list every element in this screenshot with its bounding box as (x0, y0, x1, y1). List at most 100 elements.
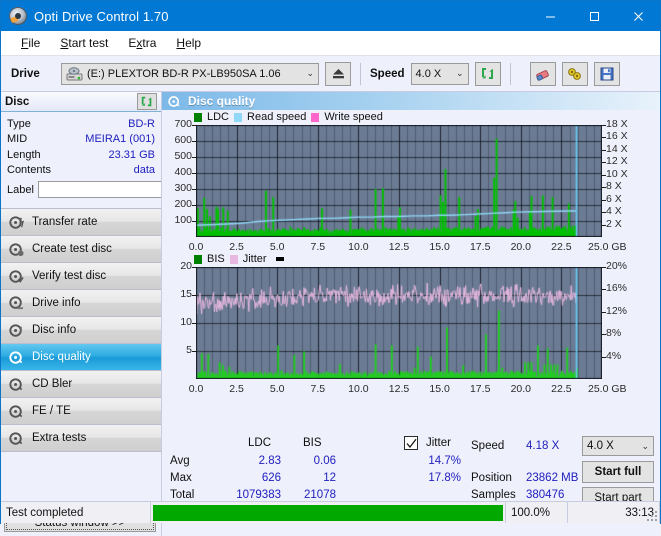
y2-tick-label: 8% (606, 327, 622, 340)
y2-tick-label: 18 X (606, 118, 628, 130)
y2-tick-label: 12 X (606, 155, 628, 168)
total-bis: 21078 (304, 489, 336, 501)
menu-help[interactable]: Help (166, 36, 211, 50)
sidebar-item-disc-info[interactable]: Disc info (1, 317, 161, 344)
disc-row-length: Length 23.31 GB (7, 147, 155, 163)
minimize-icon[interactable] (528, 1, 572, 31)
save-button[interactable] (593, 61, 620, 86)
erase-button[interactable] (529, 61, 556, 86)
y-tick (192, 221, 196, 222)
chart1-canvas (196, 125, 602, 237)
disc-refresh-button[interactable] (137, 93, 157, 110)
disc-row-value: data (133, 164, 155, 177)
speed-select[interactable]: 4.0 X ⌄ (410, 62, 469, 85)
speed-select-value: 4.0 X (415, 67, 442, 80)
y-tick-label: 5 (186, 344, 192, 356)
stats-row-avg: Avg (170, 455, 190, 467)
eject-button[interactable] (325, 61, 351, 86)
disc-transfer-icon (9, 215, 24, 229)
position-label: Position (471, 472, 512, 484)
y-tick-label: 20 (180, 260, 192, 272)
chart1-legend: LDC Read speed Write speed (162, 110, 660, 124)
y-tick (192, 205, 196, 206)
disc-row-value: MEIRA1 (001) (85, 133, 155, 146)
y-tick-label: 100 (174, 214, 192, 226)
disc-row-type: Type BD-R (7, 116, 155, 132)
tools-button[interactable] (561, 61, 588, 86)
menu-extra[interactable]: Extra (118, 36, 166, 50)
drive-label: Drive (11, 67, 40, 80)
y2-tick (602, 357, 606, 358)
test-speed-value: 4.0 X (587, 440, 614, 452)
x-tick-label: 25.0 GB (588, 383, 627, 395)
x-tick-label: 5.0 (269, 383, 285, 395)
resize-grip-icon[interactable] (647, 511, 657, 521)
sidebar-item-label: Disc quality (32, 351, 91, 363)
y2-tick (602, 200, 606, 201)
x-tick-label: 0.0 (188, 383, 204, 395)
sidebar-item-cd-bler[interactable]: CD Bler (1, 371, 161, 398)
y-tick (192, 173, 196, 174)
drive-select[interactable]: (E:) PLEXTOR BD-R PX-LB950SA 1.06 ⌄ (61, 62, 319, 85)
disc-label-key: Label (7, 183, 34, 196)
disc-row-key: MID (7, 133, 28, 146)
x-tick-label: 20.0 (510, 383, 532, 395)
y-tick-label: 400 (174, 166, 192, 178)
total-ldc: 1079383 (236, 489, 281, 501)
avg-jitter: 14.7% (428, 455, 461, 467)
y-tick (192, 323, 196, 324)
sidebar-item-verify-test-disc[interactable]: Verify test disc (1, 263, 161, 290)
sidebar-item-fe-te[interactable]: FE / TE (1, 398, 161, 425)
menu-start-test[interactable]: Start test (50, 36, 118, 50)
disc-info-icon (9, 323, 22, 337)
jitter-checkbox[interactable] (404, 436, 418, 450)
disc-label-row: Label (7, 180, 242, 199)
drive-icon (66, 66, 83, 80)
y2-tick-label: 12% (606, 304, 628, 317)
avg-ldc: 2.83 (258, 455, 281, 467)
progress-percent: 100.0% (506, 502, 568, 523)
test-speed-select[interactable]: 4.0 X ⌄ (582, 436, 654, 456)
samples-value: 380476 (526, 489, 565, 501)
y2-tick (602, 125, 606, 126)
page-title: Disc quality (188, 94, 256, 108)
app-icon (9, 7, 27, 25)
y2-tick (602, 175, 606, 176)
close-icon[interactable] (616, 1, 660, 31)
cd-bler-icon (9, 377, 23, 391)
toolbar-separator (360, 62, 361, 85)
status-message: Test completed (1, 502, 151, 523)
start-full-button[interactable]: Start full (582, 461, 654, 483)
legend-swatch-jitter (229, 254, 238, 264)
y2-tick (602, 225, 606, 226)
legend-swatch-write-speed (311, 112, 320, 122)
eject-icon (332, 69, 344, 79)
extra-tests-icon (9, 431, 23, 445)
y2-tick-label: 16% (606, 282, 628, 295)
avg-bis: 0.06 (313, 455, 336, 467)
legend-swatch-bis (194, 254, 202, 264)
save-icon (600, 67, 614, 80)
status-bar: Test completed 100.0% 33:13 (1, 501, 660, 523)
sidebar-item-create-test-disc[interactable]: Create test disc (1, 236, 161, 263)
x-tick-label: 22.5 (551, 383, 572, 395)
sidebar-item-label: Verify test disc (32, 270, 107, 282)
max-ldc: 626 (261, 472, 281, 484)
sidebar-item-disc-quality[interactable]: Disc quality (1, 344, 161, 371)
sidebar-item-drive-info[interactable]: Drive info (1, 290, 161, 317)
chart-bis-jitter: BIS Jitter 5 10 15 20 4% 8% 12% 16% 20% 0.0 2.5 5… (162, 252, 660, 395)
y-tick (192, 351, 196, 352)
sidebar-item-extra-tests[interactable]: Extra tests (1, 425, 161, 452)
disc-panel-header: Disc (1, 92, 161, 112)
section-header: Disc quality (162, 92, 660, 110)
max-bis: 12 (323, 472, 336, 484)
legend-label-ldc: LDC (207, 111, 230, 123)
stats-row-total: Total (170, 489, 195, 501)
chart-ldc-readspeed: LDC Read speed Write speed 100 200 300 400 5… (162, 110, 660, 253)
y2-tick (602, 212, 606, 213)
sidebar-item-transfer-rate[interactable]: Transfer rate (1, 209, 161, 236)
maximize-icon[interactable] (572, 1, 616, 31)
refresh-button[interactable] (474, 61, 501, 86)
y-tick-label: 15 (180, 288, 192, 300)
menu-file[interactable]: File (11, 36, 50, 50)
